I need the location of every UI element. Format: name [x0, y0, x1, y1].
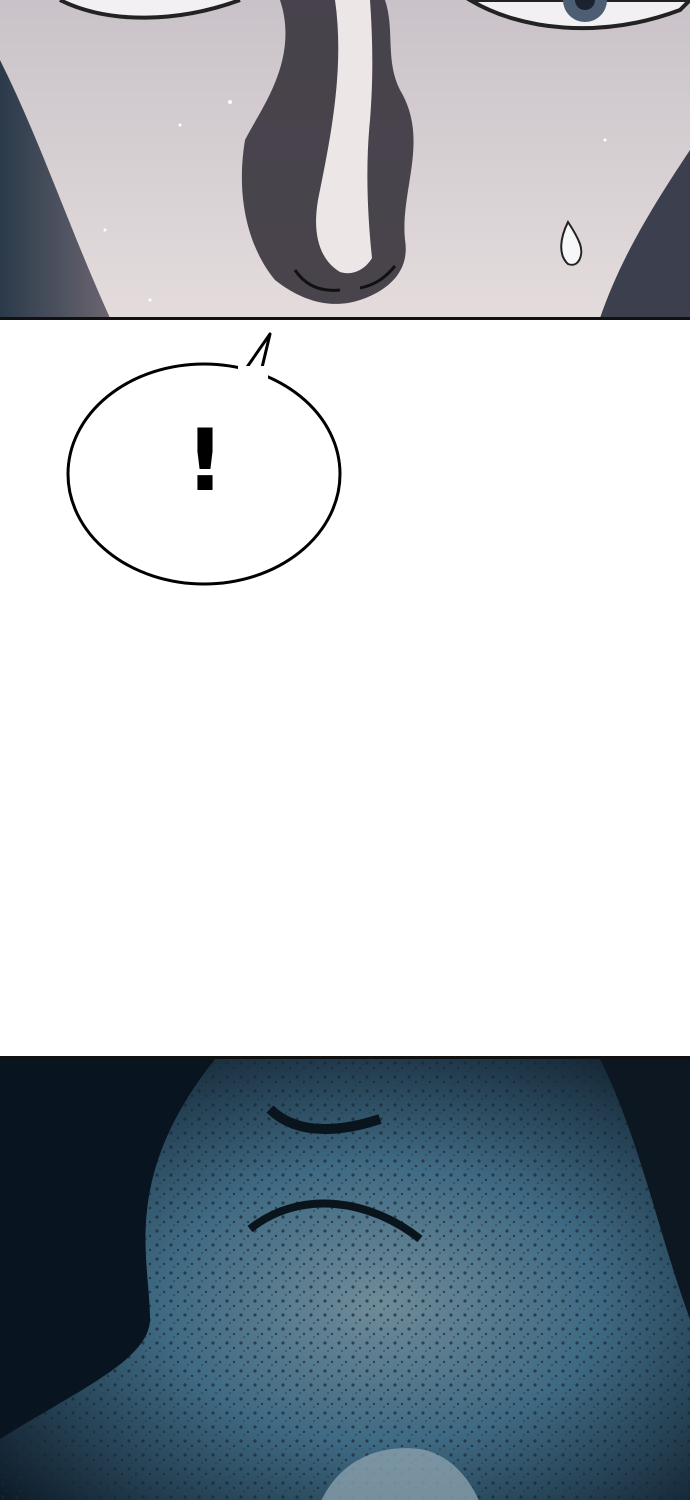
top-face-panel [0, 0, 690, 320]
face-closeup-illustration [0, 0, 690, 317]
speech-bubble-text: ! [185, 411, 225, 511]
bottom-dark-panel [0, 1056, 690, 1500]
dark-closeup-illustration [0, 1059, 690, 1500]
speech-bubble [66, 332, 342, 586]
